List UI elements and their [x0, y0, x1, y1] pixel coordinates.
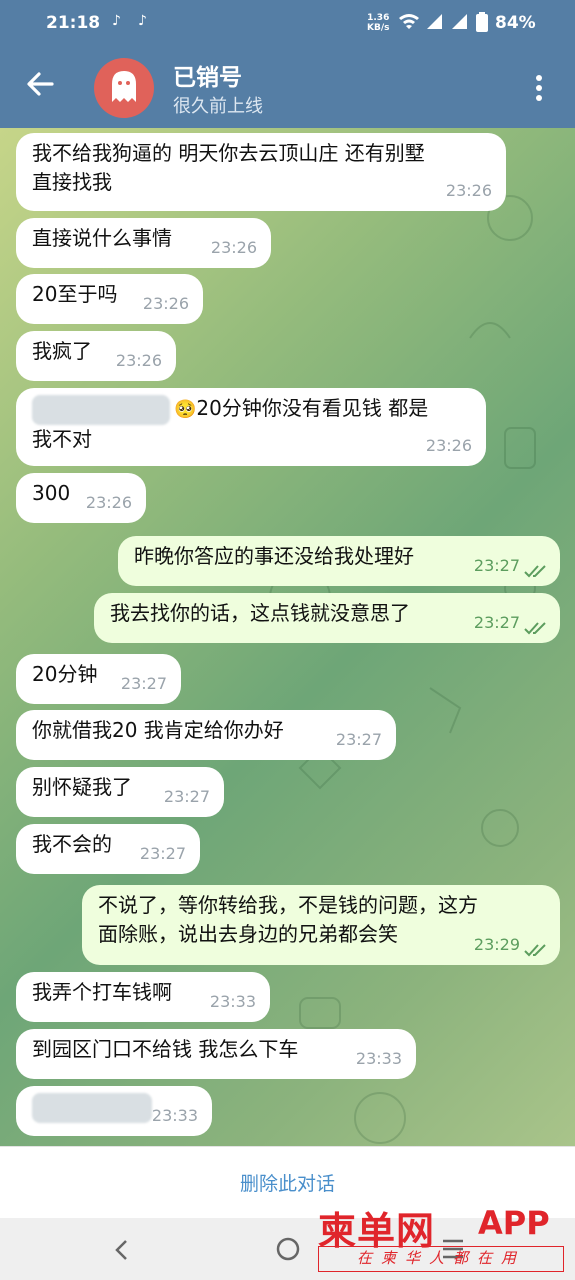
incoming-message[interactable]: 23:33	[16, 1086, 212, 1136]
incoming-message[interactable]: 20至于吗 23:26	[16, 274, 203, 324]
message-text: 我去找你的话，这点钱就没意思了	[110, 601, 410, 625]
message-time: 23:33	[355, 1049, 402, 1068]
message-text: 我不给我狗逼的 明天你去云顶山庄 还有别墅	[32, 141, 425, 165]
message-time: 23:26	[425, 436, 472, 455]
tiktok-icon: ♪	[112, 13, 121, 29]
message-text: 昨晚你答应的事还没给我处理好	[134, 544, 414, 568]
message-text: 你就借我20 我肯定给你办好	[32, 718, 284, 742]
incoming-message[interactable]: 你就借我20 我肯定给你办好 23:27	[16, 710, 396, 760]
message-text: 300	[32, 481, 71, 505]
message-text: 面除账，说出去身边的兄弟都会笑	[98, 922, 398, 946]
more-options-icon[interactable]	[528, 72, 550, 104]
message-time: 23:33	[151, 1106, 198, 1125]
message-time: 23:26	[115, 351, 162, 370]
message-text: 直接说什么事情	[32, 226, 172, 250]
message-time: 23:27	[163, 787, 210, 806]
message-text: 别怀疑我了	[32, 775, 132, 799]
watermark-app: APP	[478, 1204, 550, 1242]
message-text: 我弄个打车钱啊	[32, 980, 172, 1004]
message-text: 不说了，等你转给我，不是钱的问题，这方	[98, 893, 478, 917]
incoming-message[interactable]: 直接说什么事情 23:26	[16, 218, 271, 268]
ghost-icon	[112, 71, 136, 102]
wifi-icon	[399, 14, 419, 29]
message-text: 我不会的	[32, 832, 112, 856]
message-time: 23:33	[209, 992, 256, 1011]
message-time: 23:27	[139, 844, 186, 863]
message-text: 20至于吗	[32, 282, 118, 306]
message-time: 23:26	[210, 238, 257, 257]
incoming-message[interactable]: 我不给我狗逼的 明天你去云顶山庄 还有别墅 直接找我 23:26	[16, 133, 506, 211]
double-check-icon	[524, 565, 546, 578]
outgoing-message[interactable]: 不说了，等你转给我，不是钱的问题，这方 面除账，说出去身边的兄弟都会笑 23:29	[82, 885, 560, 965]
message-time: 23:27	[335, 730, 382, 749]
incoming-message[interactable]: 300 23:26	[16, 473, 146, 523]
signal-icon	[452, 14, 467, 29]
message-time: 23:26	[142, 294, 189, 313]
chat-title: 已销号	[173, 65, 242, 91]
battery-icon	[476, 12, 488, 32]
status-bar: 21:18 ♪ ♪ 1.36 KB/s 84%	[0, 0, 575, 46]
chat-area[interactable]: 我不给我狗逼的 明天你去云顶山庄 还有别墅 直接找我 23:26 直接说什么事情 23:…	[0, 128, 575, 1146]
outgoing-message[interactable]: 昨晚你答应的事还没给我处理好 23:27	[118, 536, 560, 586]
message-text: 20分钟你没有看见钱 都是	[196, 396, 429, 420]
battery-level: 84%	[495, 13, 536, 33]
incoming-message[interactable]: 20分钟 23:27	[16, 654, 181, 704]
back-arrow-icon[interactable]	[24, 68, 56, 100]
nav-back-icon[interactable]	[112, 1238, 132, 1262]
message-time: 23:27	[473, 613, 520, 632]
message-time: 23:27	[473, 556, 520, 575]
message-time: 23:29	[473, 935, 520, 954]
outgoing-message[interactable]: 我去找你的话，这点钱就没意思了 23:27	[94, 593, 560, 643]
avatar[interactable]	[94, 58, 154, 118]
pleading-face-emoji: 🥺	[174, 399, 197, 420]
message-text: 到园区门口不给钱 我怎么下车	[32, 1037, 299, 1061]
message-text: 20分钟	[32, 662, 98, 686]
message-time: 23:26	[85, 493, 132, 512]
double-check-icon	[524, 622, 546, 635]
incoming-message[interactable]: 别怀疑我了 23:27	[16, 767, 224, 817]
chat-header: 已销号 很久前上线	[0, 46, 575, 128]
double-check-icon	[524, 944, 546, 957]
incoming-message[interactable]: 我弄个打车钱啊 23:33	[16, 972, 270, 1022]
message-time: 23:26	[445, 181, 492, 200]
incoming-message[interactable]: 🥺20分钟你没有看见钱 都是我不对 23:26	[16, 388, 486, 466]
status-time: 21:18	[46, 13, 101, 33]
incoming-message[interactable]: 我疯了 23:26	[16, 331, 176, 381]
incoming-message[interactable]: 到园区门口不给钱 我怎么下车 23:33	[16, 1029, 416, 1079]
message-time: 23:27	[120, 674, 167, 693]
nav-home-icon[interactable]	[275, 1236, 301, 1262]
last-seen: 很久前上线	[173, 96, 263, 117]
redacted-text	[32, 394, 170, 425]
redacted-link	[32, 1092, 152, 1123]
delete-chat-button[interactable]: 删除此对话	[0, 1169, 575, 1196]
message-text: 直接找我	[32, 170, 112, 194]
top-bar: 21:18 ♪ ♪ 1.36 KB/s 84% 已销号 很久前上线	[0, 0, 575, 128]
watermark-logo: 柬单网 APP 在柬华人都在用	[318, 1200, 570, 1276]
tiktok-icon: ♪	[138, 13, 147, 29]
signal-icon	[427, 14, 442, 29]
net-speed: 1.36 KB/s	[367, 13, 390, 33]
message-text: 我不对	[32, 426, 92, 451]
incoming-message[interactable]: 我不会的 23:27	[16, 824, 200, 874]
message-text: 我疯了	[32, 339, 92, 363]
watermark-slogan: 在柬华人都在用	[318, 1246, 564, 1272]
